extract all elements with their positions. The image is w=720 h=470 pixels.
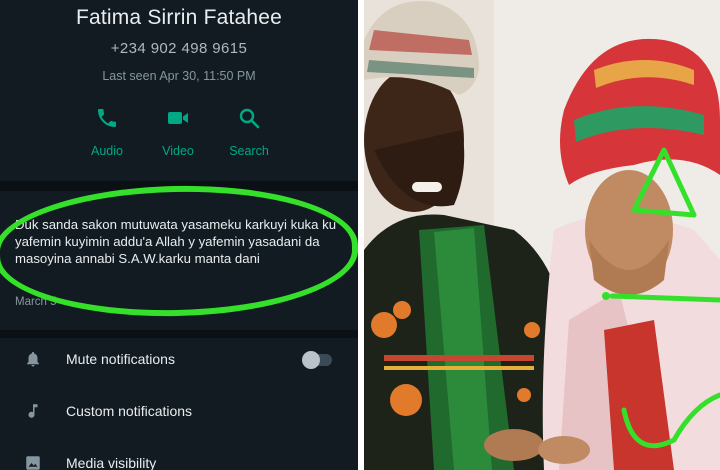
custom-notifications-row[interactable]: Custom notifications	[0, 392, 358, 432]
contact-actions-bar: Audio Video Search	[0, 106, 358, 166]
toggle-knob	[302, 351, 320, 369]
search-icon	[239, 108, 260, 129]
section-divider	[0, 330, 358, 338]
media-visibility-label: Media visibility	[66, 455, 157, 470]
media-visibility-row[interactable]: Media visibility	[0, 444, 358, 470]
mute-notifications-row[interactable]: Mute notifications	[0, 340, 358, 380]
video-call-button[interactable]: Video	[148, 106, 208, 158]
mute-notifications-label: Mute notifications	[66, 351, 175, 367]
bell-icon	[27, 351, 39, 367]
audio-call-button[interactable]: Audio	[77, 106, 137, 158]
custom-notifications-label: Custom notifications	[66, 403, 193, 419]
video-camera-icon	[168, 112, 188, 124]
contact-info-screen: Fatima Sirrin Fatahee +234 902 498 9615 …	[0, 0, 358, 470]
couple-photo	[364, 0, 720, 470]
search-label: Search	[229, 144, 269, 158]
couple-photo-illustration	[364, 0, 720, 470]
video-label: Video	[162, 144, 194, 158]
phone-icon	[98, 109, 116, 127]
audio-label: Audio	[91, 144, 123, 158]
contact-name: Fatima Sirrin Fatahee	[75, 6, 283, 29]
last-seen-status: Last seen Apr 30, 11:50 PM	[102, 69, 256, 83]
search-button[interactable]: Search	[219, 106, 279, 158]
contact-phone-number: +234 902 498 9615	[110, 40, 248, 57]
mute-toggle[interactable]	[302, 351, 332, 369]
image-icon	[26, 456, 40, 470]
music-note-icon	[28, 404, 38, 418]
